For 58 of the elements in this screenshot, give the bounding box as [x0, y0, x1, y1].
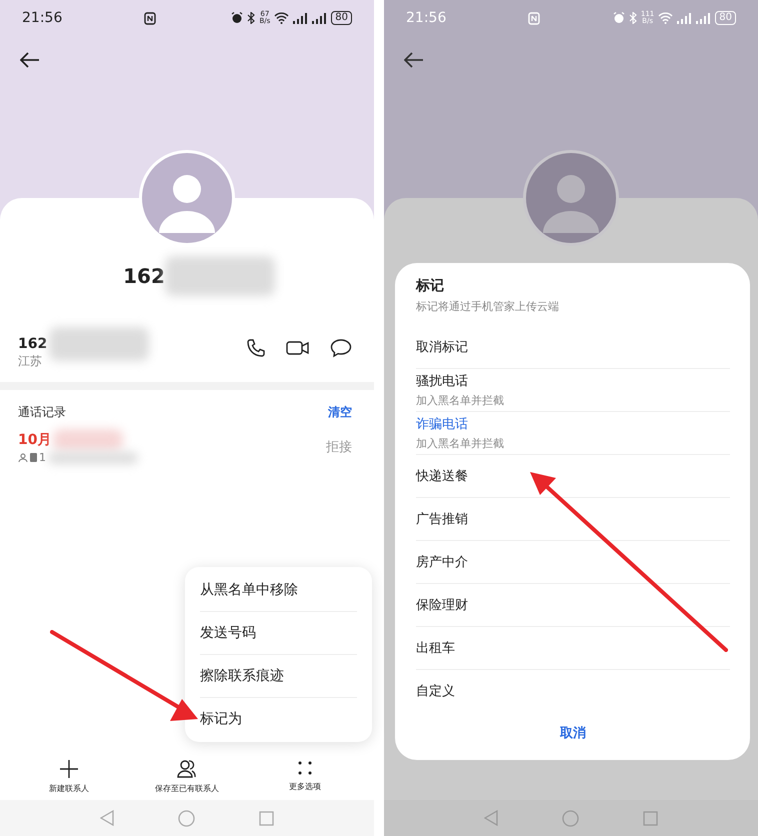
dialog-subtitle: 标记将通过手机管家上传云端: [416, 299, 560, 314]
mark-option[interactable]: 保险理财: [416, 584, 730, 627]
mark-option[interactable]: 广告推销: [416, 498, 730, 541]
menu-item[interactable]: 标记为: [200, 698, 357, 740]
back-icon[interactable]: [484, 810, 498, 826]
battery-indicator: 80: [715, 11, 736, 25]
signal-icon: [312, 12, 328, 24]
alarm-icon: [231, 12, 244, 24]
nfc-icon: [528, 12, 540, 24]
mark-option[interactable]: 取消标记: [416, 326, 730, 369]
mark-option[interactable]: 出租车: [416, 627, 730, 670]
toolbar-button[interactable]: 新建联系人: [14, 760, 124, 794]
location-text: 江苏: [18, 352, 43, 370]
mark-option[interactable]: 骚扰电话 加入黑名单并拦截: [416, 369, 730, 412]
person-icon: [18, 453, 28, 462]
cancel-button[interactable]: 取消: [546, 720, 600, 746]
battery-indicator: 80: [331, 11, 352, 25]
toolbar-button[interactable]: 更多选项: [250, 760, 360, 794]
contact-name: 162: [123, 264, 165, 288]
alarm-icon: [612, 12, 625, 24]
phone-icon[interactable]: [246, 338, 266, 358]
nfc-icon: [144, 12, 156, 24]
message-icon[interactable]: [330, 338, 352, 358]
call-detail: 1: [39, 451, 46, 464]
wifi-icon: [274, 12, 290, 24]
recents-icon[interactable]: [259, 810, 274, 826]
person-icon: [177, 760, 197, 778]
video-call-icon[interactable]: [286, 340, 310, 356]
status-time: 21:56: [406, 10, 448, 26]
clear-link[interactable]: 清空: [328, 404, 352, 421]
signal-icon: [677, 12, 692, 24]
mark-option[interactable]: 房产中介: [416, 541, 730, 584]
dialog-title: 标记: [416, 277, 445, 295]
recents-icon[interactable]: [643, 810, 658, 826]
signal-icon: [696, 12, 712, 24]
phone-number: 162: [18, 336, 48, 352]
menu-item[interactable]: 擦除联系痕迹: [200, 655, 357, 698]
back-arrow-icon[interactable]: [404, 52, 424, 68]
home-icon[interactable]: [178, 810, 195, 826]
home-icon[interactable]: [562, 810, 579, 826]
mark-option[interactable]: 诈骗电话 加入黑名单并拦截: [416, 412, 730, 455]
back-arrow-icon[interactable]: [20, 52, 40, 68]
back-icon[interactable]: [100, 810, 114, 826]
menu-item[interactable]: 从黑名单中移除: [200, 569, 357, 612]
sim-icon: [30, 453, 37, 462]
signal-icon: [293, 12, 308, 24]
toolbar-button[interactable]: 保存至已有联系人: [132, 760, 242, 794]
call-status: 拒接: [326, 438, 352, 456]
call-date: 10月: [18, 431, 52, 449]
bluetooth-icon: [628, 12, 637, 24]
mark-option[interactable]: 自定义: [416, 670, 730, 712]
wifi-icon: [658, 12, 674, 24]
menu-item[interactable]: 发送号码: [200, 612, 357, 655]
section-title: 通话记录: [18, 404, 66, 421]
status-time: 21:56: [22, 10, 64, 26]
plus-icon: [60, 760, 78, 778]
more-icon: [298, 760, 312, 776]
bluetooth-icon: [247, 12, 256, 24]
